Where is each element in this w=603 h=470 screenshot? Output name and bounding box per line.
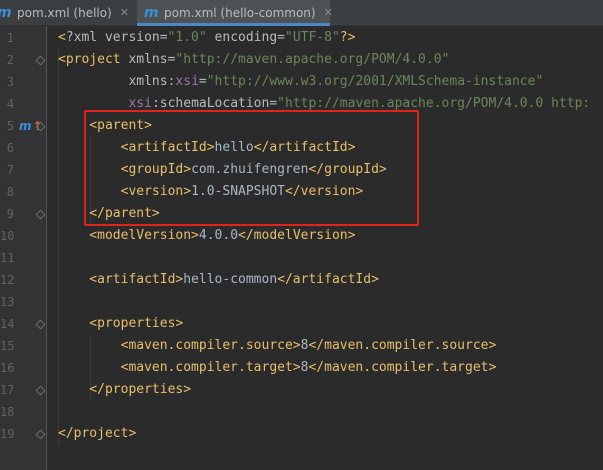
- code-token: <modelVersion>: [58, 228, 199, 243]
- line-number: 9: [6, 207, 14, 221]
- code-editor[interactable]: <?xml version="1.0" encoding="UTF-8"?> <p…: [48, 26, 603, 470]
- code-token: =: [198, 74, 207, 89]
- line-number: 7: [6, 163, 14, 177]
- code-line[interactable]: <parent>: [58, 115, 152, 137]
- code-token: </artifactId>: [277, 272, 379, 287]
- line-number: 13: [0, 295, 15, 309]
- close-icon[interactable]: ✕: [324, 6, 333, 19]
- line-number: 19: [0, 427, 15, 441]
- code-token: <artifactId>: [58, 272, 184, 287]
- code-line[interactable]: <maven.compiler.source>8</maven.compiler…: [58, 335, 497, 357]
- code-token: "http://maven.apache.org/POM/4.0.0 http:: [277, 96, 591, 111]
- code-token: </version>: [284, 184, 364, 199]
- line-number: 11: [0, 251, 15, 265]
- fold-toggle-icon[interactable]: [35, 209, 46, 220]
- code-token: hello-common: [183, 272, 278, 287]
- maven-m-icon: m: [19, 119, 32, 133]
- code-token: <maven.compiler.target>: [58, 360, 301, 375]
- code-token: =: [269, 96, 278, 111]
- code-token: <project: [58, 52, 129, 67]
- code-token: <groupId>: [58, 162, 192, 177]
- code-token: ?xml version: [65, 30, 160, 45]
- close-icon[interactable]: ✕: [120, 6, 129, 19]
- code-token: </parent>: [58, 206, 160, 221]
- line-number-gutter[interactable]: 1 2 3 4 m↑ 5 6 7 8 9 10 11 12 13 14 15 16 17 18 19: [0, 26, 47, 470]
- code-token: <: [58, 30, 66, 45]
- code-token: </maven.compiler.source>: [308, 338, 497, 353]
- code-token: </modelVersion>: [238, 228, 356, 243]
- code-token: xmlns: [128, 52, 168, 67]
- line-number: 15: [0, 339, 15, 353]
- code-token: </properties>: [58, 382, 192, 397]
- fold-toggle-icon[interactable]: [35, 429, 46, 440]
- code-token: <parent>: [58, 118, 152, 133]
- code-token: </maven.compiler.target>: [308, 360, 497, 375]
- tab-pom-hello[interactable]: m pom.xml (hello) ✕: [0, 0, 137, 25]
- code-token: "http://www.w3.org/2001/XMLSchema-instan…: [206, 74, 544, 89]
- code-token: schemaLocation: [159, 96, 270, 111]
- code-token: hello: [214, 140, 254, 155]
- code-token: <maven.compiler.source>: [58, 338, 301, 353]
- code-token: "1.0": [167, 30, 207, 45]
- code-token: </groupId>: [308, 162, 387, 177]
- maven-m-icon: m: [144, 4, 159, 21]
- code-token: :: [151, 96, 160, 111]
- code-line[interactable]: </properties>: [58, 379, 191, 401]
- line-number: 5: [6, 119, 14, 133]
- editor-tab-bar: m pom.xml (hello) ✕ m pom.xml (hello-com…: [0, 0, 603, 26]
- line-number: 8: [6, 185, 14, 199]
- line-number: 18: [0, 405, 15, 419]
- code-token: =: [159, 30, 168, 45]
- code-token: </artifactId>: [253, 140, 356, 155]
- line-number: 16: [0, 361, 15, 375]
- code-line[interactable]: xsi:schemaLocation="http://maven.apache.…: [58, 93, 590, 115]
- code-token: ?>: [339, 30, 356, 45]
- code-line[interactable]: <groupId>com.zhuifengren</groupId>: [58, 159, 387, 181]
- line-number: 12: [0, 273, 15, 287]
- code-line[interactable]: <version>1.0-SNAPSHOT</version>: [58, 181, 364, 203]
- code-token: </project>: [58, 426, 137, 441]
- code-line[interactable]: <modelVersion>4.0.0</modelVersion>: [58, 225, 355, 247]
- line-number: 10: [0, 229, 15, 243]
- code-token: "http://maven.apache.org/POM/4.0.0": [175, 52, 450, 67]
- line-number: 1: [6, 31, 14, 45]
- code-token: <artifactId>: [58, 140, 215, 155]
- code-line[interactable]: <project xmlns="http://maven.apache.org/…: [58, 49, 449, 71]
- code-line[interactable]: <maven.compiler.target>8</maven.compiler…: [58, 357, 497, 379]
- fold-toggle-icon[interactable]: [35, 385, 46, 396]
- code-token: 1.0-SNAPSHOT: [191, 184, 285, 199]
- code-token: xmlns: [128, 74, 168, 89]
- code-token: <version>: [58, 184, 192, 199]
- code-token: xsi: [175, 74, 199, 89]
- line-number: 3: [6, 75, 14, 89]
- code-line[interactable]: </parent>: [58, 203, 160, 225]
- code-line[interactable]: xmlns:xsi="http://www.w3.org/2001/XMLSch…: [58, 71, 543, 93]
- line-number: 2: [6, 53, 14, 67]
- tab-label: pom.xml (hello-common): [164, 5, 316, 20]
- code-token: 4.0.0: [198, 228, 239, 243]
- line-number: 17: [0, 383, 15, 397]
- maven-m-icon: m: [0, 6, 12, 20]
- fold-toggle-icon[interactable]: [35, 319, 46, 330]
- code-token: xsi: [128, 96, 152, 111]
- code-token: =: [277, 30, 285, 45]
- code-token: com.zhuifengren: [191, 162, 309, 177]
- code-token: encoding: [206, 30, 278, 45]
- line-number: 6: [6, 141, 14, 155]
- code-token: <properties>: [58, 316, 184, 331]
- code-line[interactable]: <artifactId>hello-common</artifactId>: [58, 269, 379, 291]
- tab-pom-hello-common[interactable]: m pom.xml (hello-common) ✕: [137, 0, 333, 26]
- line-number: 14: [0, 317, 15, 331]
- code-line[interactable]: <properties>: [58, 313, 183, 335]
- tab-label: pom.xml (hello): [17, 5, 112, 20]
- code-line[interactable]: <artifactId>hello</artifactId>: [58, 137, 356, 159]
- line-number: 4: [6, 97, 14, 111]
- fold-toggle-icon[interactable]: [35, 55, 46, 66]
- code-line[interactable]: </project>: [58, 423, 136, 445]
- code-line[interactable]: <?xml version="1.0" encoding="UTF-8"?>: [58, 27, 355, 49]
- code-token: "UTF-8": [285, 30, 340, 45]
